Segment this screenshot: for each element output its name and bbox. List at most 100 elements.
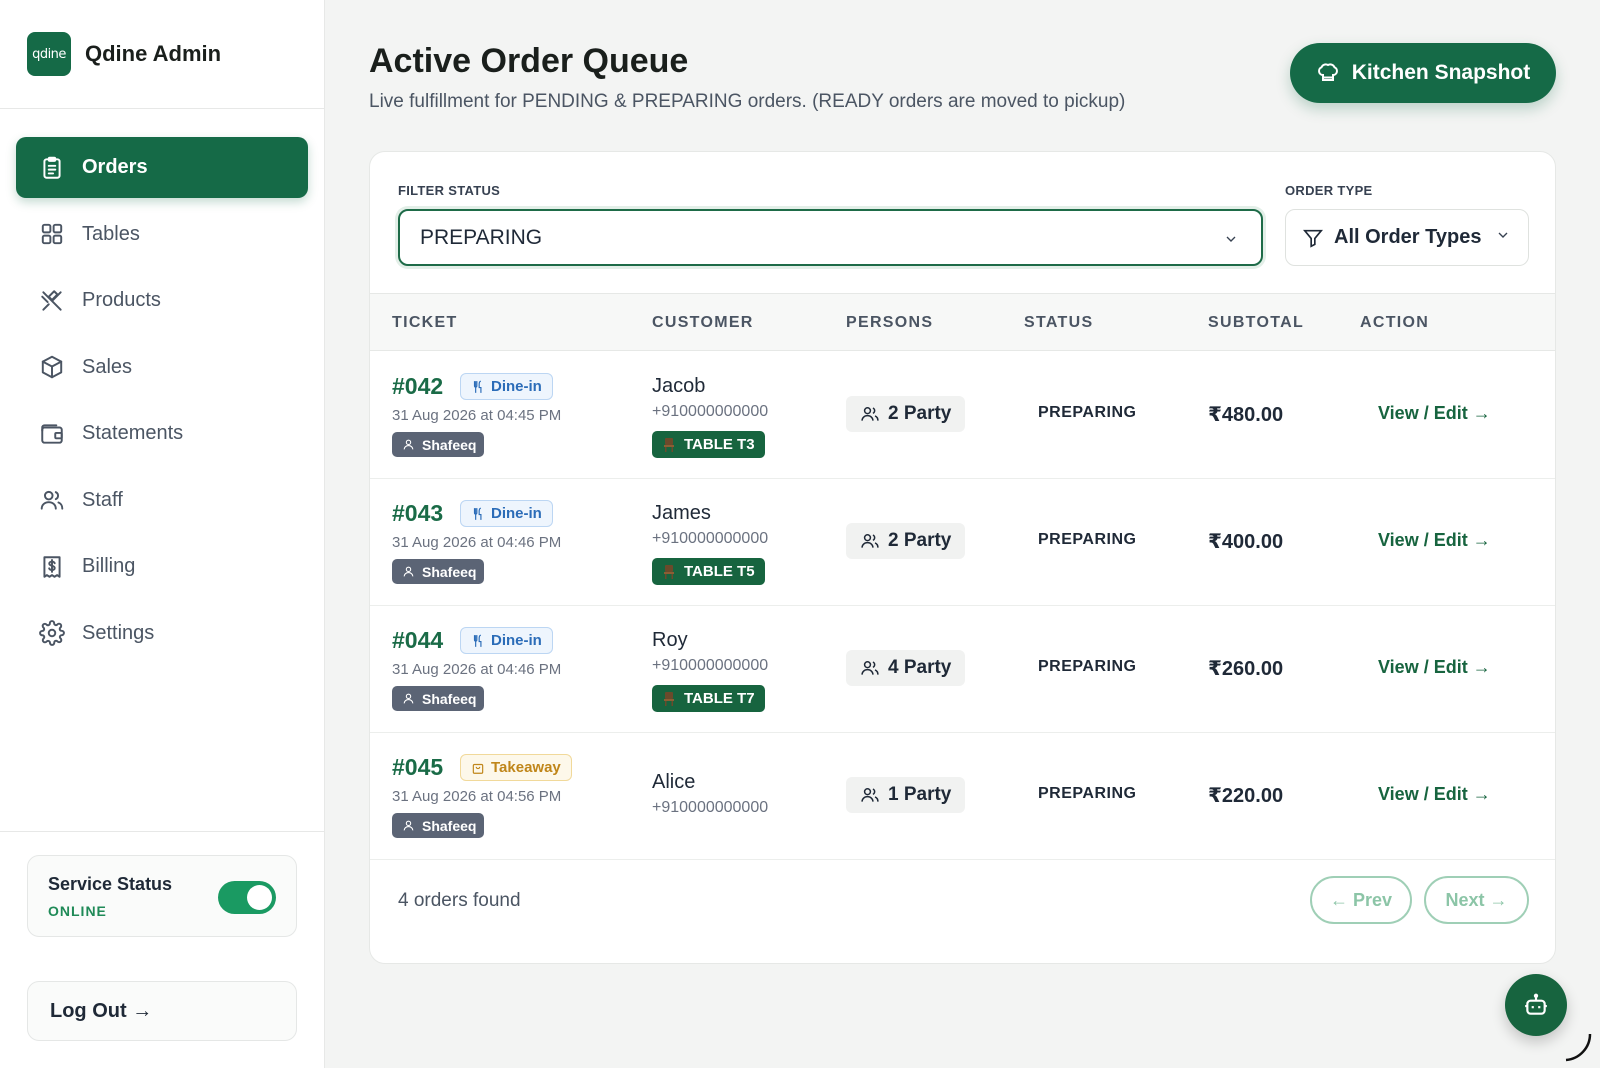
staff-name: Shafeeq	[422, 436, 477, 453]
sidebar-item-label: Sales	[82, 355, 133, 378]
persons-badge: 4 Party	[846, 650, 966, 686]
brand-logo: qdine	[27, 32, 71, 76]
order-status: PREPARING	[1038, 658, 1137, 675]
sidebar-item-settings[interactable]: Settings	[16, 603, 308, 664]
view-edit-link[interactable]: View / Edit →	[1378, 784, 1491, 805]
sidebar-item-billing[interactable]: Billing	[16, 536, 308, 597]
column-header-customer: CUSTOMER	[652, 314, 754, 331]
prev-page-button[interactable]: ← Prev	[1310, 876, 1412, 924]
ticket-date: 31 Aug 2026 at 04:46 PM	[392, 661, 562, 678]
user-icon	[403, 693, 414, 704]
sidebar-item-orders[interactable]: Orders	[16, 137, 308, 198]
view-edit-link[interactable]: View / Edit →	[1378, 657, 1491, 678]
staff-name: Shafeeq	[422, 817, 477, 834]
sidebar-item-staff[interactable]: Staff	[16, 470, 308, 531]
order-type-text: Dine-in	[491, 632, 542, 649]
table-label: TABLE T7	[684, 690, 755, 707]
staff-name: Shafeeq	[422, 690, 477, 707]
ticket-id: #042	[392, 373, 444, 399]
sidebar-item-label: Settings	[82, 621, 155, 644]
service-status-toggle[interactable]	[218, 881, 276, 914]
table-row: #045 Takeaway 31 Aug 2026 at 04:56 PM Sh…	[370, 733, 1555, 860]
staff-badge: Shafeeq	[392, 432, 485, 457]
persons-badge: 1 Party	[846, 777, 966, 813]
chair-icon	[664, 691, 674, 706]
sidebar-item-label: Products	[82, 289, 161, 311]
ticket-date: 31 Aug 2026 at 04:46 PM	[392, 534, 562, 551]
users-icon	[861, 661, 879, 675]
view-edit-link[interactable]: View / Edit →	[1378, 403, 1491, 424]
robot-icon	[1525, 993, 1547, 1015]
ticket-id: #045	[392, 754, 444, 780]
status-filter-select[interactable]: PREPARING	[398, 209, 1263, 266]
dine-in-badge: Dine-in	[460, 500, 553, 527]
order-type-text: Dine-in	[491, 378, 542, 395]
sidebar-item-tables[interactable]: Tables	[16, 204, 308, 265]
ticket-date: 31 Aug 2026 at 04:56 PM	[392, 788, 562, 805]
users-icon	[861, 407, 879, 421]
chevron-down-icon	[1223, 229, 1239, 253]
brand-name: Qdine Admin	[85, 41, 222, 66]
utensils-icon	[473, 507, 482, 520]
chair-icon	[664, 437, 674, 452]
page-title: Active Order Queue	[369, 42, 689, 80]
ticket-id: #043	[392, 500, 444, 526]
order-status: PREPARING	[1038, 531, 1137, 548]
order-type-text: Takeaway	[491, 759, 561, 776]
table-badge: TABLE T7	[652, 685, 765, 712]
resize-handle-icon	[1565, 1033, 1592, 1062]
customer-phone: +910000000000	[652, 657, 769, 674]
utensils-icon	[473, 634, 482, 647]
box-icon	[38, 353, 66, 381]
takeaway-badge: Takeaway	[460, 754, 572, 781]
sidebar-item-sales[interactable]: Sales	[16, 337, 308, 398]
order-type-value: All Order Types	[1334, 226, 1482, 248]
view-edit-link[interactable]: View / Edit →	[1378, 530, 1491, 551]
customer-name: Roy	[652, 629, 688, 651]
order-subtotal: ₹400.00	[1208, 531, 1284, 553]
ticket-date: 31 Aug 2026 at 04:45 PM	[392, 407, 562, 424]
orders-count: 4 orders found	[398, 890, 521, 911]
next-page-button[interactable]: Next →	[1424, 876, 1529, 924]
table-badge: TABLE T5	[652, 558, 765, 585]
sidebar-item-products[interactable]: Products	[16, 270, 308, 331]
status-filter-value: PREPARING	[420, 225, 543, 249]
customer-name: Alice	[652, 771, 696, 793]
kitchen-snapshot-button[interactable]: Kitchen Snapshot	[1290, 43, 1556, 103]
sidebar-divider	[0, 831, 325, 832]
table-header: TICKET CUSTOMER PERSONS STATUS SUBTOTAL …	[370, 293, 1555, 351]
persons-count: 4 Party	[888, 657, 952, 678]
order-status: PREPARING	[1038, 404, 1137, 421]
dine-in-badge: Dine-in	[460, 373, 553, 400]
wallet-icon	[38, 420, 66, 448]
table-label: TABLE T5	[684, 563, 755, 580]
sidebar-item-label: Tables	[82, 222, 140, 245]
column-header-subtotal: SUBTOTAL	[1208, 314, 1305, 331]
sidebar-nav: Orders Tables Products Sales Statements	[0, 109, 324, 664]
chevron-down-icon	[1495, 226, 1511, 249]
column-header-persons: PERSONS	[846, 314, 934, 331]
persons-badge: 2 Party	[846, 523, 966, 559]
table-badge: TABLE T3	[652, 431, 765, 458]
filter-status-label: FILTER STATUS	[398, 183, 501, 198]
dine-in-badge: Dine-in	[460, 627, 553, 654]
order-subtotal: ₹220.00	[1208, 785, 1284, 807]
order-subtotal: ₹480.00	[1208, 404, 1284, 426]
column-header-status: STATUS	[1024, 314, 1094, 331]
kitchen-snapshot-label: Kitchen Snapshot	[1351, 61, 1531, 84]
assistant-bot-button[interactable]	[1505, 974, 1567, 1036]
logout-button[interactable]: Log Out →	[27, 981, 297, 1041]
column-header-ticket: TICKET	[392, 314, 458, 331]
sidebar-item-statements[interactable]: Statements	[16, 403, 308, 464]
customer-phone: +910000000000	[652, 530, 769, 547]
sidebar-item-label: Orders	[82, 156, 148, 178]
order-type-select[interactable]: All Order Types	[1285, 209, 1529, 266]
table-label: TABLE T3	[684, 436, 755, 453]
customer-name: James	[652, 502, 711, 524]
clipboard-icon	[38, 154, 66, 182]
brand: qdine Qdine Admin	[0, 0, 324, 109]
persons-badge: 2 Party	[846, 396, 966, 432]
utensils-icon	[473, 380, 482, 393]
utensils-crossed-icon	[38, 287, 66, 315]
table-row: #044 Dine-in 31 Aug 2026 at 04:46 PM Sha…	[370, 606, 1555, 733]
